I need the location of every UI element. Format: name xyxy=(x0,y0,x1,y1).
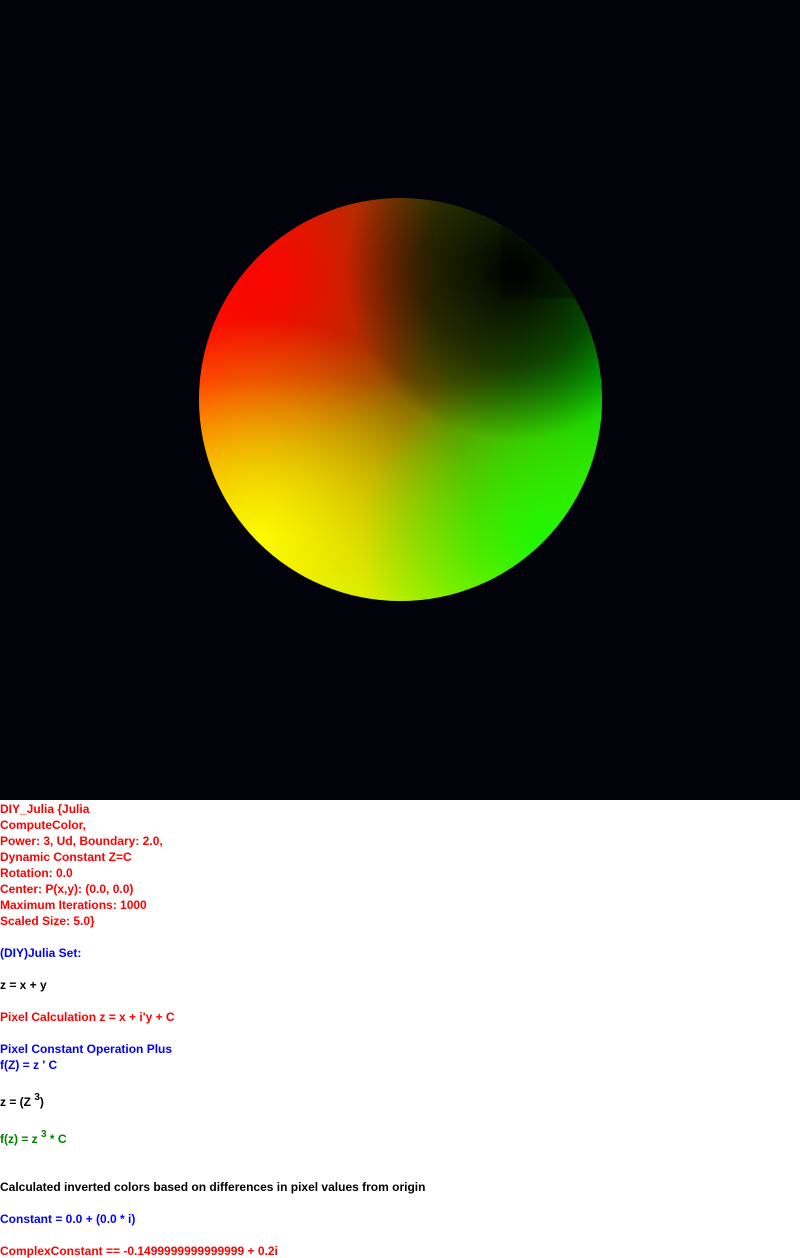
info-line-rotation: Rotation: 0.0 xyxy=(0,866,73,880)
fz-power-formula: f(z) = z 3 * C xyxy=(0,1129,67,1149)
fz-power-base: f(z) = z xyxy=(0,1132,41,1146)
z-power-close: ) xyxy=(39,1095,44,1109)
set-title: (DIY)Julia Set: xyxy=(0,946,82,960)
julia-set-gradient xyxy=(199,198,602,601)
color-note: Calculated inverted colors based on diff… xyxy=(0,1180,426,1194)
fz-definition: f(Z) = z ' C xyxy=(0,1058,58,1072)
fractal-canvas[interactable] xyxy=(0,0,800,800)
fz-power-tail: * C xyxy=(46,1132,67,1146)
z-power-exponent: 3 xyxy=(34,1092,40,1103)
info-line-dynamic-constant: Dynamic Constant Z=C xyxy=(0,850,132,864)
info-line-compute-color: ComputeColor, xyxy=(0,818,86,832)
julia-set-disc xyxy=(199,198,602,601)
constant-value: Constant = 0.0 + (0.0 * i) xyxy=(0,1212,136,1226)
info-line-scaled-size: Scaled Size: 5.0} xyxy=(0,914,95,928)
info-line-title: DIY_Julia {Julia xyxy=(0,802,90,816)
info-line-max-iterations: Maximum Iterations: 1000 xyxy=(0,898,147,912)
z-definition: z = x + y xyxy=(0,978,47,992)
fz-power-exponent: 3 xyxy=(41,1129,47,1140)
info-line-power: Power: 3, Ud, Boundary: 2.0, xyxy=(0,834,163,848)
complex-constant-value: ComplexConstant == -0.1499999999999999 +… xyxy=(0,1244,278,1258)
z-power-base: z = (Z xyxy=(0,1095,35,1109)
info-line-center: Center: P(x,y): (0.0, 0.0) xyxy=(0,882,134,896)
pixel-constant-operation: Pixel Constant Operation Plus xyxy=(0,1042,173,1056)
z-power-formula: z = (Z 3) xyxy=(0,1092,44,1112)
pixel-calculation: Pixel Calculation z = x + i'y + C xyxy=(0,1010,175,1024)
